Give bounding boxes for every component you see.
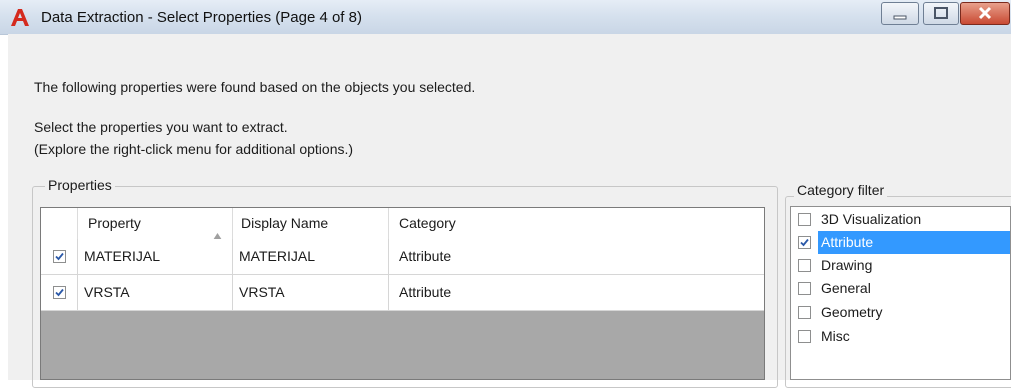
category-checkbox[interactable] [798, 282, 811, 295]
category-item-geometry[interactable]: Geometry [794, 301, 1008, 324]
maximize-button[interactable] [923, 2, 959, 25]
category-item-label: Drawing [821, 257, 873, 273]
category-checkbox[interactable] [798, 213, 811, 226]
category-checkbox[interactable] [798, 330, 811, 343]
close-button[interactable] [960, 2, 1010, 25]
intro-text-2: Select the properties you want to extrac… [34, 119, 288, 135]
column-header-property[interactable]: Property [78, 208, 233, 240]
cell-property: MATERIJAL [78, 239, 233, 274]
category-item-drawing[interactable]: Drawing [794, 254, 1008, 277]
header-checkbox-column [41, 208, 78, 239]
properties-grid: Property Display Name Category MATERIJAL… [40, 207, 765, 380]
column-header-category[interactable]: Category [389, 208, 764, 239]
category-filter-label: Category filter [794, 182, 888, 198]
table-row[interactable]: VRSTA VRSTA Attribute [41, 275, 764, 311]
category-checkbox[interactable] [798, 236, 811, 249]
window-title: Data Extraction - Select Properties (Pag… [41, 9, 362, 26]
category-item-label: 3D Visualization [821, 211, 922, 227]
category-checkbox[interactable] [798, 259, 811, 272]
grid-header: Property Display Name Category [41, 208, 764, 240]
row-checkbox[interactable] [53, 286, 66, 299]
column-header-property-label: Property [88, 215, 141, 231]
column-header-display-name[interactable]: Display Name [233, 208, 389, 239]
category-item-label: Misc [821, 328, 850, 344]
category-item-label: Attribute [818, 231, 1010, 254]
cell-category: Attribute [399, 248, 452, 264]
cell-property: VRSTA [78, 275, 233, 310]
intro-text-1: The following properties were found base… [34, 79, 476, 95]
row-checkbox-cell [41, 239, 78, 274]
category-item-3d-visualization[interactable]: 3D Visualization [794, 208, 1008, 231]
category-item-general[interactable]: General [794, 277, 1008, 300]
row-checkbox[interactable] [53, 250, 66, 263]
title-bar: Data Extraction - Select Properties (Pag… [0, 0, 1011, 35]
minimize-button[interactable] [881, 2, 919, 25]
category-item-attribute[interactable]: Attribute [794, 231, 1010, 254]
category-filter-list: 3D Visualization Attribute Drawing Gener… [790, 206, 1011, 380]
category-item-label: General [821, 280, 871, 296]
category-item-label: Geometry [821, 304, 883, 320]
autocad-logo-icon [10, 7, 30, 27]
category-checkbox[interactable] [798, 306, 811, 319]
intro-text-3: (Explore the right-click menu for additi… [34, 141, 354, 157]
category-item-misc[interactable]: Misc [794, 325, 1008, 348]
table-row[interactable]: MATERIJAL MATERIJAL Attribute [41, 239, 764, 275]
row-checkbox-cell [41, 275, 78, 310]
cell-display-name: VRSTA [233, 275, 389, 310]
cell-display-name: MATERIJAL [233, 239, 389, 274]
properties-group-label: Properties [45, 177, 115, 193]
cell-category: Attribute [399, 284, 452, 300]
